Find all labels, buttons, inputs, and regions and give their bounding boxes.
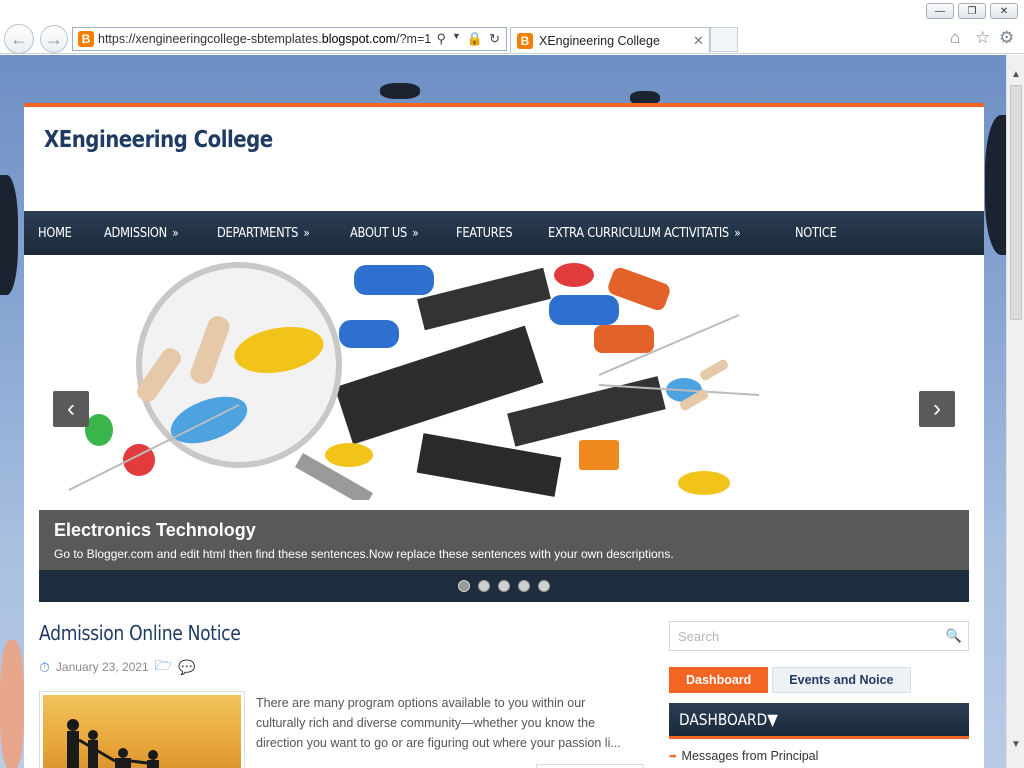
background-silhouette (985, 115, 1006, 255)
chevron-left-icon: ‹ (67, 395, 75, 422)
chevron-right-icon: › (933, 395, 941, 422)
slider-dot[interactable] (478, 580, 490, 592)
sidebar: 🔍 DashboardEvents and Noice DASHBOARD▼ ➡… (669, 621, 969, 763)
browser-chrome: ← → B https://xengineeringcollege-sbtemp… (0, 0, 1024, 54)
refresh-icon[interactable]: ↻ (489, 31, 500, 47)
url-suffix: /?m=1 (396, 32, 432, 46)
post-excerpt: There are many program options available… (256, 696, 621, 750)
arrow-left-icon: ← (10, 28, 28, 49)
home-icon[interactable]: ⌂ (950, 28, 960, 48)
read-more-button[interactable] (536, 764, 644, 768)
slider-dot[interactable] (498, 580, 510, 592)
slide-image-electronics (39, 255, 969, 500)
background-hand (0, 640, 24, 768)
search-box: 🔍 (669, 621, 969, 651)
menu-item-departments[interactable]: DEPARTMENTS » (217, 226, 310, 241)
slider-dot[interactable] (458, 580, 470, 592)
menu-item-features[interactable]: FEATURES (455, 225, 513, 241)
address-bar[interactable]: B https://xengineeringcollege-sbtemplate… (72, 27, 507, 51)
site-header: XEngineering College (24, 107, 984, 211)
menu-item-label: EXTRA CURRICULUM ACTIVITATIS (548, 225, 730, 241)
arrow-right-icon: → (45, 28, 63, 49)
new-tab-button[interactable] (710, 27, 738, 52)
post-summary: Admission Online Notice ⏱ January 23, 20… (39, 621, 649, 768)
search-icon[interactable]: 🔍 (946, 628, 962, 644)
search-icon[interactable]: ⚲ (436, 31, 446, 47)
tab-title: XEngineering College (539, 33, 660, 48)
forward-button[interactable]: → (40, 25, 68, 53)
menu-item-label: NOTICE (794, 225, 837, 241)
dropdown-icon[interactable]: ▼ (452, 31, 461, 47)
vertical-scrollbar[interactable]: ▲ ▼ (1006, 55, 1024, 768)
menu-item-label: ADMISSION (104, 225, 168, 241)
comment-icon[interactable]: 💬 (178, 659, 195, 676)
slider-next-button[interactable]: › (919, 391, 955, 427)
submenu-arrow-icon: » (172, 225, 179, 240)
slide-caption-text: Go to Blogger.com and edit html then fin… (54, 547, 674, 561)
scroll-down-icon[interactable]: ▼ (1011, 739, 1021, 750)
close-tab-icon[interactable]: ✕ (693, 33, 709, 49)
submenu-arrow-icon: » (303, 225, 310, 240)
main-menu: HOME ADMISSION » DEPARTMENTS » ABOUT US » FEATU… (24, 211, 984, 255)
site-wrapper: XEngineering College HOME ADMISSION» DEPAR… (24, 103, 984, 768)
search-input[interactable] (676, 627, 946, 645)
arrow-bullet-icon: ➡ (669, 750, 677, 761)
page-viewport: XEngineering College HOME ADMISSION» DEPAR… (0, 55, 1006, 768)
browser-tab[interactable]: B XEngineering College ✕ (510, 27, 710, 53)
minimize-button[interactable]: — (926, 3, 954, 19)
lock-icon[interactable]: 🔒 (467, 31, 483, 47)
dashboard-list-item[interactable]: ➡ Messages from Principal (669, 749, 969, 763)
slider-pagination (39, 570, 969, 602)
settings-gear-icon[interactable]: ⚙ (999, 28, 1014, 48)
url-prefix: https://xengineeringcollege-sbtemplates. (98, 32, 322, 46)
tab-events-and-noice[interactable]: Events and Noice (772, 667, 911, 693)
dashboard-item-label: Messages from Principal (681, 749, 819, 763)
url-domain: blogspot.com (321, 32, 397, 46)
people-silhouette-image (67, 719, 159, 768)
folder-icon[interactable]: 🗁 (155, 655, 172, 679)
favorites-star-icon[interactable]: ☆ (975, 28, 990, 48)
background-silhouette (0, 175, 18, 295)
scrollbar-thumb[interactable] (1010, 85, 1022, 320)
blogger-favicon-icon: B (517, 32, 533, 49)
sidebar-tabs: Dashboard Events and Noice (669, 667, 969, 693)
menu-item-about-us[interactable]: ABOUT US » (350, 225, 419, 241)
dashboard-list: ➡ Messages from Principal (669, 749, 969, 763)
background-silhouette (380, 83, 420, 99)
post-title[interactable]: Admission Online Notice (39, 621, 564, 645)
submenu-arrow-icon: » (734, 225, 741, 240)
submenu-arrow-icon: » (412, 225, 419, 240)
menu-item-home[interactable]: HOME (38, 226, 72, 241)
post-date: January 23, 2021 (55, 660, 149, 674)
menu-item-label: ABOUT US (350, 225, 408, 241)
silhouette-image (43, 695, 241, 768)
slider-dot[interactable] (518, 580, 530, 592)
menu-item-label: DEPARTMENTS (216, 225, 298, 241)
menu-item-label: FEATURES (455, 225, 513, 241)
url-text[interactable]: https://xengineeringcollege-sbtemplates.… (98, 32, 436, 46)
site-title[interactable]: XEngineering College (44, 127, 835, 153)
slide-caption-title[interactable]: Electronics Technology (54, 520, 954, 541)
tab-dashboard[interactable]: Dashboard (669, 667, 769, 693)
clock-icon: ⏱ (39, 658, 50, 675)
restore-button[interactable]: ❐ (958, 3, 986, 19)
blogger-favicon-icon: B (78, 31, 94, 47)
image-slider: ‹ › Electronics Technology Go to Blogger… (39, 255, 969, 602)
scroll-up-icon[interactable]: ▲ (1011, 69, 1021, 80)
back-button[interactable]: ← (4, 24, 34, 54)
post-meta: ⏱ January 23, 2021 🗁 💬 (39, 655, 649, 679)
menu-item-admission[interactable]: ADMISSION » (104, 225, 179, 241)
slider-dot[interactable] (538, 580, 550, 592)
close-window-button[interactable]: ✕ (990, 3, 1018, 19)
dashboard-heading-text: DASHBOARD▼ (679, 710, 778, 729)
menu-item-extra-curriculum-activitatis[interactable]: EXTRA CURRICULUM ACTIVITATIS » (548, 225, 741, 241)
post-thumbnail[interactable] (39, 691, 245, 768)
menu-item-label: HOME (38, 225, 72, 241)
menu-item-notice[interactable]: NOTICE (795, 226, 837, 241)
slider-prev-button[interactable]: ‹ (53, 391, 89, 427)
slide-caption: Electronics Technology Go to Blogger.com… (39, 510, 969, 570)
dashboard-heading[interactable]: DASHBOARD▼ (669, 703, 969, 739)
